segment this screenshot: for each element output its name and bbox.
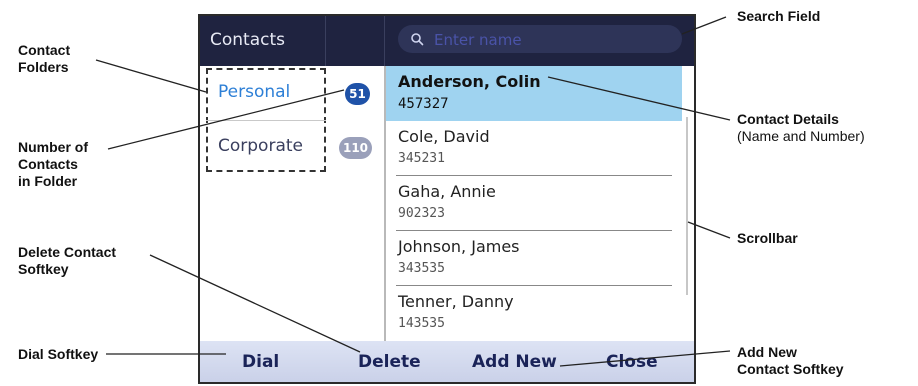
callout-line: Contact Softkey bbox=[737, 361, 844, 377]
softkey-bar: Dial Delete Add New Close bbox=[200, 341, 694, 382]
callout-line: Scrollbar bbox=[737, 230, 798, 246]
list-item[interactable]: Anderson, Colin 457327 bbox=[386, 66, 682, 121]
scrollbar[interactable] bbox=[686, 117, 688, 295]
folder-divider bbox=[206, 120, 326, 121]
list-item[interactable]: Gaha, Annie 902323 bbox=[386, 176, 682, 231]
folder-label: Corporate bbox=[218, 136, 303, 156]
list-item[interactable]: Tenner, Danny 143535 bbox=[386, 286, 682, 341]
header-divider bbox=[384, 16, 385, 66]
contacts-screen: Contacts Personal 51 Corporate 110 Ander… bbox=[198, 14, 696, 384]
contact-name: Anderson, Colin bbox=[398, 72, 541, 91]
list-item[interactable]: Cole, David 345231 bbox=[386, 121, 682, 176]
contact-list: Anderson, Colin 457327 Cole, David 34523… bbox=[386, 66, 694, 341]
screen-title: Contacts bbox=[210, 30, 285, 50]
delete-softkey[interactable]: Delete bbox=[358, 352, 421, 372]
callout-line: Softkey bbox=[18, 261, 69, 277]
callout-contact-details: Contact Details (Name and Number) bbox=[737, 111, 865, 145]
callout-add-new-softkey: Add New Contact Softkey bbox=[737, 344, 844, 378]
callout-scrollbar: Scrollbar bbox=[737, 230, 798, 247]
callout-line: Contacts bbox=[18, 156, 78, 172]
folder-label: Personal bbox=[218, 82, 291, 102]
callout-line: Dial Softkey bbox=[18, 346, 99, 362]
callout-contact-folders: Contact Folders bbox=[18, 42, 70, 76]
dial-softkey[interactable]: Dial bbox=[242, 352, 279, 372]
search-field[interactable] bbox=[398, 25, 682, 53]
search-input[interactable] bbox=[432, 29, 676, 51]
list-item[interactable]: Johnson, James 343535 bbox=[386, 231, 682, 286]
callout-line: Contact Details bbox=[737, 111, 839, 127]
folder-corporate[interactable]: Corporate 110 bbox=[200, 122, 384, 174]
callout-subline: (Name and Number) bbox=[737, 128, 865, 144]
callout-search-field: Search Field bbox=[737, 8, 820, 25]
callout-line: Search Field bbox=[737, 8, 821, 24]
contact-number: 343535 bbox=[398, 261, 445, 276]
callout-line: Contact bbox=[18, 42, 71, 58]
callout-line: Folders bbox=[18, 59, 69, 75]
contact-number: 143535 bbox=[398, 316, 445, 331]
folder-count-badge: 51 bbox=[345, 83, 370, 105]
callout-line: in Folder bbox=[18, 173, 78, 189]
contact-folders: Personal 51 Corporate 110 bbox=[200, 66, 384, 341]
contact-number: 345231 bbox=[398, 151, 445, 166]
contact-name: Tenner, Danny bbox=[398, 292, 514, 311]
callout-delete-softkey: Delete Contact Softkey bbox=[18, 244, 116, 278]
search-icon bbox=[411, 33, 424, 46]
contact-number: 457327 bbox=[398, 96, 449, 112]
callout-dial-softkey: Dial Softkey bbox=[18, 346, 98, 363]
callout-line: Delete Contact bbox=[18, 244, 117, 260]
contact-number: 902323 bbox=[398, 206, 445, 221]
contact-name: Johnson, James bbox=[398, 237, 520, 256]
callout-line: Number of bbox=[18, 139, 88, 155]
callout-line: Add New bbox=[737, 344, 797, 360]
close-softkey[interactable]: Close bbox=[606, 352, 658, 372]
header-bar: Contacts bbox=[200, 16, 694, 66]
contact-name: Cole, David bbox=[398, 127, 490, 146]
add-new-softkey[interactable]: Add New bbox=[472, 352, 557, 372]
callout-number-of-contacts: Number of Contacts in Folder bbox=[18, 139, 88, 190]
folder-count-badge: 110 bbox=[339, 137, 372, 159]
contact-name: Gaha, Annie bbox=[398, 182, 496, 201]
folder-personal[interactable]: Personal 51 bbox=[200, 68, 384, 120]
header-divider bbox=[325, 16, 326, 66]
leader-contact-folders bbox=[95, 59, 207, 93]
